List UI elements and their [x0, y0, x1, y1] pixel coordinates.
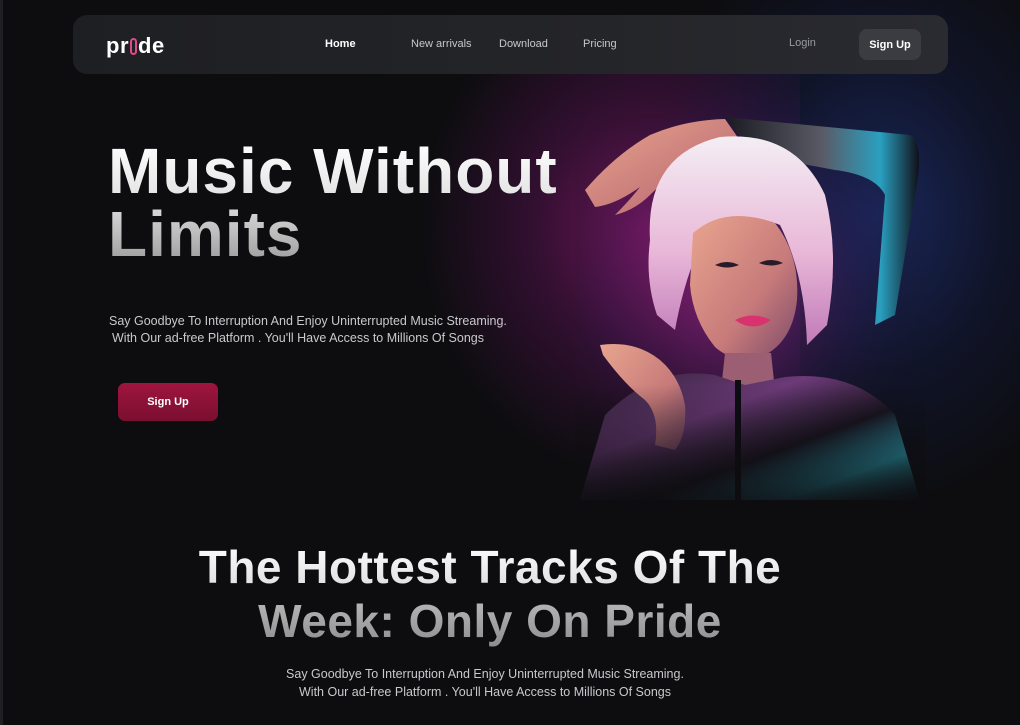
section-subtitle-line-1: Say Goodbye To Interruption And Enjoy Un…	[286, 667, 684, 681]
nav-link-download[interactable]: Download	[499, 38, 548, 50]
login-link[interactable]: Login	[789, 37, 816, 49]
hero-subtitle: Say Goodbye To Interruption And Enjoy Un…	[109, 313, 507, 347]
hero-title-line-2: Limits	[108, 198, 303, 270]
navbar: pr de Home New arrivals Download Pricing …	[73, 15, 948, 74]
nav-signup-button[interactable]: Sign Up	[859, 29, 921, 60]
nav-link-new-arrivals[interactable]: New arrivals	[411, 38, 472, 50]
section-title: The Hottest Tracks Of The Week: Only On …	[0, 540, 980, 648]
hero-subtitle-line-1: Say Goodbye To Interruption And Enjoy Un…	[109, 314, 507, 328]
logo-text-pre: pr	[106, 33, 129, 58]
hero-signup-button[interactable]: Sign Up	[118, 383, 218, 421]
hero-portrait-image	[575, 115, 925, 500]
section-subtitle: Say Goodbye To Interruption And Enjoy Un…	[0, 665, 970, 701]
pride-logo[interactable]: pr de	[106, 33, 165, 59]
hero-title: Music Without Limits	[108, 140, 558, 266]
logo-bar-icon	[130, 37, 137, 55]
section-title-line-2: Week: Only On Pride	[0, 594, 980, 648]
hero-subtitle-line-2: With Our ad-free Platform . You'll Have …	[112, 331, 484, 345]
hero-title-line-1: Music Without	[108, 135, 558, 207]
nav-link-home[interactable]: Home	[325, 38, 356, 50]
nav-link-pricing[interactable]: Pricing	[583, 38, 617, 50]
logo-text-post: de	[138, 33, 165, 58]
section-title-line-1: The Hottest Tracks Of The	[0, 540, 980, 594]
section-subtitle-line-2: With Our ad-free Platform . You'll Have …	[299, 685, 671, 699]
